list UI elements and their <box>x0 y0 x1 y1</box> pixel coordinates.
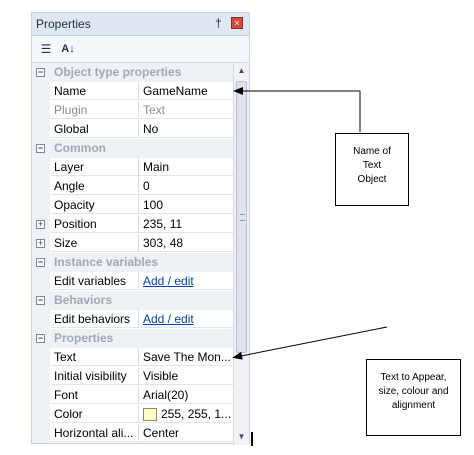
text-annotation: Text to Appear, size, colour and alignme… <box>366 359 461 436</box>
name-annotation-line: Name of <box>353 146 391 157</box>
text-cursor <box>251 432 253 446</box>
text-annotation-line: alignment <box>391 400 436 411</box>
text-annotation-line: Text to Appear, <box>380 372 447 383</box>
name-annotation-line: Text <box>362 160 382 171</box>
name-annotation-line: Object <box>357 174 387 185</box>
name-arrow <box>233 87 361 132</box>
text-annotation-line: size, colour and <box>378 386 449 397</box>
name-annotation: Name of Text Object <box>335 133 409 206</box>
text-arrow <box>232 326 388 360</box>
